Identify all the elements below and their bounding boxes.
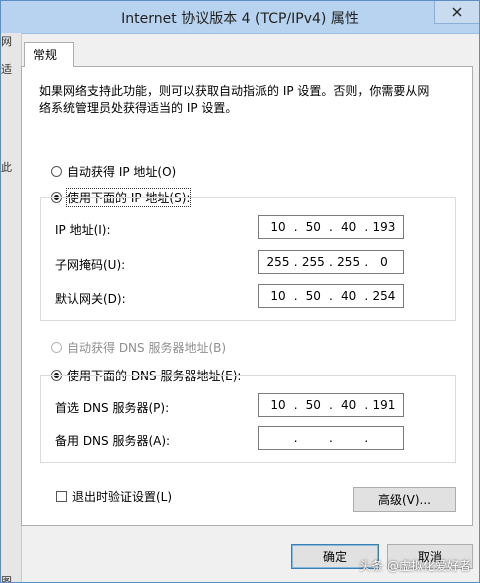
octet-separator: . [364,431,369,445]
background-text: 此 [1,161,12,174]
octet-separator: . [293,220,298,234]
default-gateway-label: 默认网关(D): [55,292,126,306]
tab-general[interactable]: 常规 [24,42,74,67]
radio-auto-ip[interactable]: 自动获得 IP 地址(O) [51,163,176,180]
octet: 50 [305,289,321,303]
background-window-strip: 网 适 此 图 [1,33,22,582]
octet: 40 [340,398,357,412]
title-bar[interactable]: Internet 协议版本 4 (TCP/IPv4) 属性 [1,1,479,34]
ip-address-input[interactable]: 10. 50. 40. 193 [258,215,404,239]
close-icon [452,7,462,17]
tcpipv4-properties-dialog: Internet 协议版本 4 (TCP/IPv4) 属性 网 适 此 图 常规… [0,0,480,583]
octet-separator: . [293,289,298,303]
validate-on-exit-checkbox[interactable]: 退出时验证设置(L) [56,488,172,505]
background-text: 适 [1,63,12,76]
octet-separator: . [364,255,369,269]
radio-indicator [51,342,62,353]
octet-separator: . [364,398,369,412]
octet-separator: . [329,289,333,303]
octet-separator: . [364,289,369,303]
octet: 255 [301,255,325,269]
default-gateway-input[interactable]: 10. 50. 40. 254 [258,284,404,308]
octet-separator: . [329,220,333,234]
alternate-dns-input[interactable]: . . . [258,426,404,450]
validate-on-exit-label: 退出时验证设置(L) [72,490,173,504]
octet: 50 [305,220,321,234]
octet: 193 [372,220,396,234]
octet: 40 [340,289,357,303]
alternate-dns-label: 备用 DNS 服务器(A): [55,434,171,448]
octet: 40 [340,220,357,234]
advanced-button[interactable]: 高级(V)... [353,487,456,512]
preferred-dns-input[interactable]: 10. 50. 40. 191 [258,393,404,417]
ip-address-label: IP 地址(I): [55,223,111,237]
radio-auto-dns[interactable]: 自动获得 DNS 服务器地址(B) [51,339,226,356]
octet: 254 [372,289,396,303]
octet-separator: . [293,255,298,269]
octet: 50 [305,398,321,412]
octet: 10 [270,289,286,303]
checkbox-indicator [56,491,67,502]
octet: 255 [337,255,361,269]
octet-separator: . [364,220,369,234]
window-title: Internet 协议版本 4 (TCP/IPv4) 属性 [121,11,359,27]
octet-separator: . [293,398,298,412]
radio-auto-ip-label: 自动获得 IP 地址(O) [67,165,177,179]
octet-separator: . [329,255,333,269]
subnet-mask-label: 子网掩码(U): [55,258,126,272]
background-text: 网 [1,35,12,48]
octet: 191 [372,398,396,412]
radio-auto-dns-label: 自动获得 DNS 服务器地址(B) [67,341,227,355]
octet: 10 [270,398,286,412]
octet-separator: . [293,431,298,445]
preferred-dns-label: 首选 DNS 服务器(P): [55,401,170,415]
watermark: 头条 @虚拟化爱好者 [359,559,471,573]
octet: 0 [380,255,388,269]
octet-separator: . [329,398,333,412]
close-button[interactable] [434,1,479,24]
octet-separator: . [329,431,333,445]
octet: 255 [266,255,290,269]
radio-indicator [51,166,62,177]
subnet-mask-input[interactable]: 255. 255. 255. 0 [258,250,404,274]
background-text: 图 [1,575,12,582]
description-text: 如果网络支持此功能，则可以获取自动指派的 IP 设置。否则，你需要从网络系统管理… [39,84,430,115]
octet: 10 [270,220,286,234]
